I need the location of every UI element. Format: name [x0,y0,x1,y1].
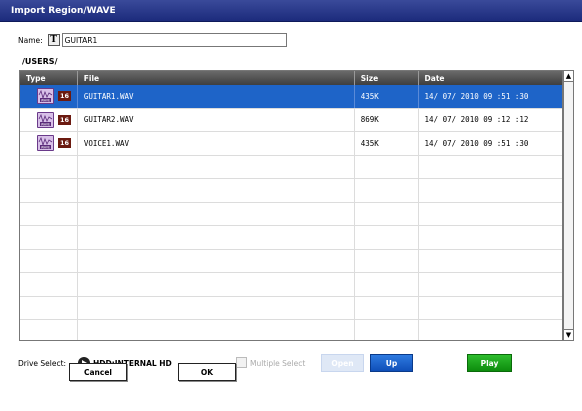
file-size-cell: 435K [355,132,419,155]
empty-row [20,296,562,320]
file-name-cell: VOICE1.WAV [78,132,355,155]
file-list-header: Type File Size Date [20,71,562,85]
svg-text:WAVE: WAVE [41,99,50,103]
empty-row [20,179,562,203]
type-cell: WAVE 16 [20,132,78,155]
multiple-select-label: Multiple Select [250,359,306,368]
multiple-select-checkbox [236,357,247,368]
ok-button[interactable]: OK [178,363,236,381]
column-date[interactable]: Date [419,71,562,85]
text-edit-button[interactable]: T [47,34,60,46]
file-row[interactable]: WAVE 16 VOICE1.WAV 435K 14/ 07/ 2010 09 :51 … [20,132,562,156]
svg-text:WAVE: WAVE [41,146,50,150]
dialog-title: Import Region/WAVE [0,0,582,22]
file-list-body: WAVE 16 GUITAR1.WAV 435K 14/ 07/ 2010 09 :51… [20,85,562,340]
name-row: Name: T [18,33,287,47]
empty-row [20,249,562,273]
svg-text:WAVE: WAVE [41,122,50,126]
name-input[interactable] [61,33,287,47]
column-size[interactable]: Size [355,71,419,85]
file-list: Type File Size Date WAVE 16 GUITAR1.WAV 435… [19,70,563,341]
name-label: Name: [18,35,43,45]
file-name-cell: GUITAR2.WAV [78,108,355,131]
bit-depth-badge: 16 [58,114,72,125]
empty-row [20,155,562,179]
empty-row [20,226,562,250]
file-name-cell: GUITAR1.WAV [78,85,355,108]
file-row[interactable]: WAVE 16 GUITAR2.WAV 869K 14/ 07/ 2010 09 :12… [20,108,562,132]
type-cell: WAVE 16 [20,108,78,131]
up-button[interactable]: Up [370,354,413,372]
current-path: /USERS/ [22,57,58,66]
empty-row [20,273,562,297]
file-date-cell: 14/ 07/ 2010 09 :12 :12 [424,115,529,125]
file-size-cell: 869K [355,108,419,131]
column-file[interactable]: File [78,71,355,85]
file-date-cell: 14/ 07/ 2010 09 :51 :30 [424,91,529,101]
wave-file-icon: WAVE [37,111,54,128]
scroll-down-arrow-icon[interactable]: ▼ [564,329,573,340]
cancel-button[interactable]: Cancel [69,363,127,381]
drive-select-label: Drive Select: [18,359,67,368]
scroll-up-arrow-icon[interactable]: ▲ [564,71,573,82]
wave-file-icon: WAVE [37,88,54,105]
bit-depth-badge: 16 [58,138,72,149]
column-type[interactable]: Type [20,71,78,85]
scrollbar[interactable]: ▲ ▼ [563,70,574,341]
file-date-cell: 14/ 07/ 2010 09 :51 :30 [424,138,529,148]
file-size-cell: 435K [355,85,419,108]
open-button: Open [321,354,364,372]
type-cell: WAVE 16 [20,85,78,108]
empty-row [20,320,562,340]
empty-row [20,202,562,226]
play-button[interactable]: Play [467,354,512,372]
file-row[interactable]: WAVE 16 GUITAR1.WAV 435K 14/ 07/ 2010 09 :51… [20,85,562,109]
wave-file-icon: WAVE [37,135,54,152]
bit-depth-badge: 16 [58,91,72,102]
